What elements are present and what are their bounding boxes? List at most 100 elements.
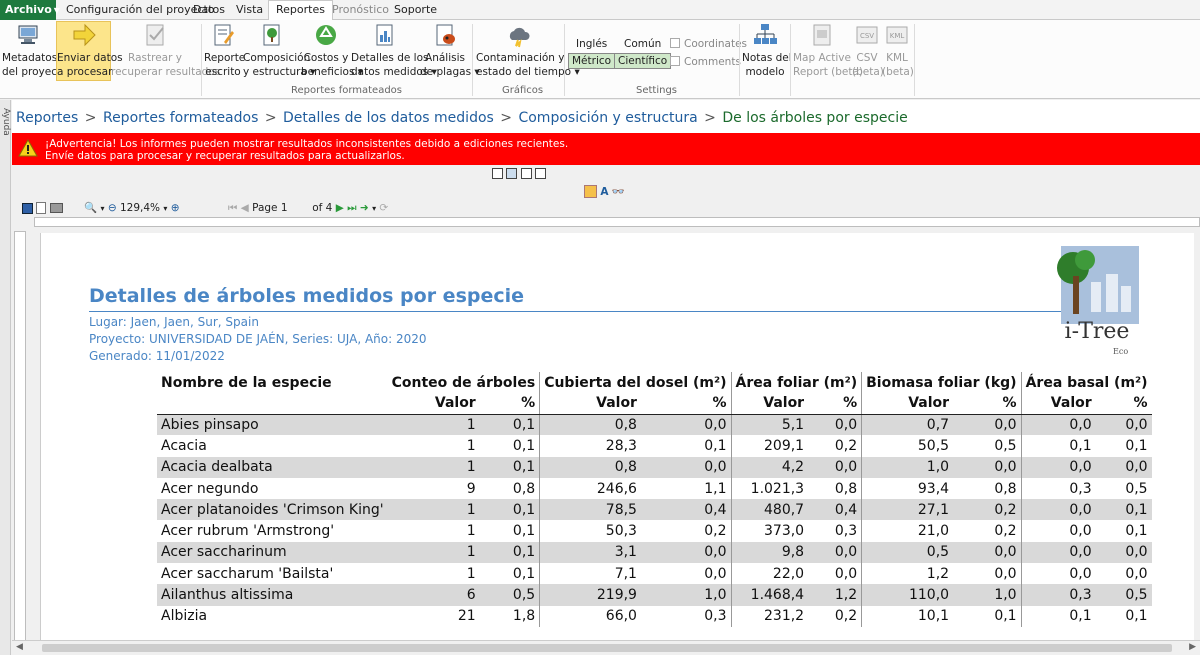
species-table: Nombre de la especie Conteo de árboles C… <box>157 372 1152 627</box>
value-cell: 0,0 <box>1020 563 1096 585</box>
common-label: Común <box>624 38 662 50</box>
scroll-left-icon[interactable]: ◀ <box>16 642 23 652</box>
value-cell: 6 <box>387 584 480 606</box>
tab-support[interactable]: Soporte <box>394 3 437 16</box>
two-page-view-icon[interactable] <box>506 167 518 179</box>
scrollbar-thumb[interactable] <box>42 644 1172 652</box>
value-cell: 9 <box>466 480 476 497</box>
zoom-level[interactable]: 129,4% <box>120 202 160 214</box>
model-notes-button[interactable]: Notas del modelo <box>742 22 792 79</box>
value-cell: 10,1 <box>861 605 954 627</box>
table-subheader-row: Valor % Valor % Valor % Valor % Valor % <box>157 393 1152 415</box>
table-row: Acacia 1 0,1 28,3 0,1 209,1 0,2 50,5 0,5 0,1 0,1 <box>157 435 1152 457</box>
continuous-view-icon[interactable] <box>520 167 532 179</box>
retrieve-results-button[interactable]: Rastrear y recuperar resultados <box>111 22 220 79</box>
breadcrumb-measured[interactable]: Detalles de los datos medidos <box>283 110 494 126</box>
send-data-button[interactable]: Enviar datos a procesar <box>56 21 123 81</box>
binoculars-icon[interactable]: 👓 <box>612 185 625 198</box>
ribbon-divider <box>739 24 740 96</box>
first-page-icon[interactable]: ⏮ <box>228 202 237 214</box>
species-name-cell: Acacia dealbata <box>157 456 388 478</box>
column-header: Conteo de árboles <box>391 374 536 391</box>
page-input[interactable]: 1 <box>281 202 309 214</box>
value-cell: 1,2 <box>861 563 954 585</box>
tab-view[interactable]: Vista <box>236 3 263 16</box>
kml-label-1: KML <box>886 52 908 64</box>
value-cell: 0,1 <box>512 437 536 454</box>
value-cell: 0,8 <box>539 414 641 436</box>
chevron-down-icon[interactable]: ▾ <box>100 204 104 213</box>
chevron-down-icon[interactable]: ▾ <box>163 204 167 213</box>
value-cell: 0,0 <box>1095 414 1152 436</box>
pollution-weather-button[interactable]: Contaminación y estado del tiempo ▾ <box>476 22 580 79</box>
scroll-right-icon[interactable]: ▶ <box>1189 642 1196 652</box>
value-cell: 0,0 <box>1095 541 1152 564</box>
tree-document-icon <box>263 24 280 46</box>
value-cell: 0,0 <box>1020 456 1096 478</box>
warning-icon <box>18 139 38 157</box>
breadcrumb-formatted[interactable]: Reportes formateados <box>103 110 258 126</box>
highlight-icon[interactable] <box>584 185 597 198</box>
value-cell: 0,4 <box>808 499 862 521</box>
written-label-1: Reporte <box>204 52 246 64</box>
table-header-row: Nombre de la especie Conteo de árboles C… <box>157 372 1152 393</box>
pest-analysis-button[interactable]: Análisis de plagas ▾ <box>420 22 480 79</box>
zoom-in-icon[interactable]: ⊕ <box>171 202 180 214</box>
coordinates-checkbox[interactable]: Coordinates <box>670 38 747 50</box>
written-report-button[interactable]: Reporte escrito <box>204 22 246 79</box>
column-subheader: % <box>479 393 540 415</box>
metadata-label-1: Metadatos <box>2 52 58 64</box>
value-cell: 3,1 <box>539 541 641 564</box>
org-chart-icon <box>754 24 777 44</box>
previous-page-icon[interactable]: ◀ <box>241 202 249 214</box>
grid-view-icon[interactable] <box>535 167 547 179</box>
help-panel-tab[interactable]: Ayuda <box>0 100 11 655</box>
kml-label-2: (beta) <box>882 66 914 78</box>
value-cell: 22,0 <box>730 563 809 585</box>
save-icon[interactable] <box>22 202 33 214</box>
tab-data[interactable]: Datos <box>193 3 225 16</box>
bug-icon <box>436 24 455 46</box>
written-label-2: escrito <box>205 66 241 78</box>
new-page-icon[interactable] <box>36 202 47 214</box>
breadcrumb-separator: > <box>84 110 97 126</box>
value-cell: 1,0 <box>640 584 732 606</box>
zoom-icon[interactable]: 🔍 <box>84 202 97 214</box>
forward-icon[interactable]: ➜ <box>360 202 369 214</box>
scientific-toggle[interactable]: Científico <box>614 53 672 69</box>
composition-structure-button[interactable]: Composición y estructura ▾ <box>243 22 316 79</box>
single-page-view-icon[interactable] <box>492 167 503 179</box>
value-cell: 1,0 <box>953 584 1022 606</box>
file-menu-button[interactable]: Archivo ▼ <box>0 0 60 20</box>
value-cell: 1,0 <box>861 456 954 478</box>
print-icon[interactable] <box>49 203 63 213</box>
costs-benefits-button[interactable]: Costos y beneficios ▾ <box>301 22 363 79</box>
csv-label-2: (beta) <box>852 66 884 78</box>
chevron-down-icon[interactable]: ▾ <box>372 204 376 213</box>
measured-label-2: datos medidos ▾ <box>351 66 437 78</box>
tab-reports[interactable]: Reportes <box>268 0 333 21</box>
text-format-icon[interactable]: A <box>600 186 608 198</box>
breadcrumb-composition[interactable]: Composición y estructura <box>518 110 697 126</box>
comments-checkbox[interactable]: Comments <box>670 56 741 68</box>
column-subheader: % <box>640 393 732 415</box>
zoom-out-icon[interactable]: ⊖ <box>108 202 117 214</box>
metric-toggle[interactable]: Métrico <box>568 53 616 69</box>
map-active-report-button[interactable]: Map Active Report (beta) <box>793 22 863 79</box>
kml-export-button[interactable]: KML KML (beta) <box>882 22 914 79</box>
csv-export-button[interactable]: CSV CSV (beta) <box>852 22 884 79</box>
horizontal-scrollbar[interactable]: ◀ ▶ <box>12 640 1200 655</box>
costs-label-1: Costos y <box>303 52 349 64</box>
value-cell: 1 <box>387 456 480 478</box>
refresh-icon[interactable]: ⟳ <box>379 202 388 214</box>
next-page-icon[interactable]: ▶ <box>336 202 344 214</box>
metadata-button[interactable]: Metadatos del proyecto <box>2 22 68 79</box>
itree-logo: i-Tree Eco <box>1057 246 1139 356</box>
value-cell: 231,2 <box>730 605 809 627</box>
last-page-icon[interactable]: ⏭ <box>347 202 356 214</box>
breadcrumb-reports[interactable]: Reportes <box>16 110 78 126</box>
column-subheader: % <box>1095 393 1152 415</box>
tab-forecast[interactable]: Pronóstico <box>332 3 389 16</box>
value-cell: 0,0 <box>1095 456 1152 478</box>
measured-data-button[interactable]: Detalles de los datos medidos ▾ <box>351 22 437 79</box>
